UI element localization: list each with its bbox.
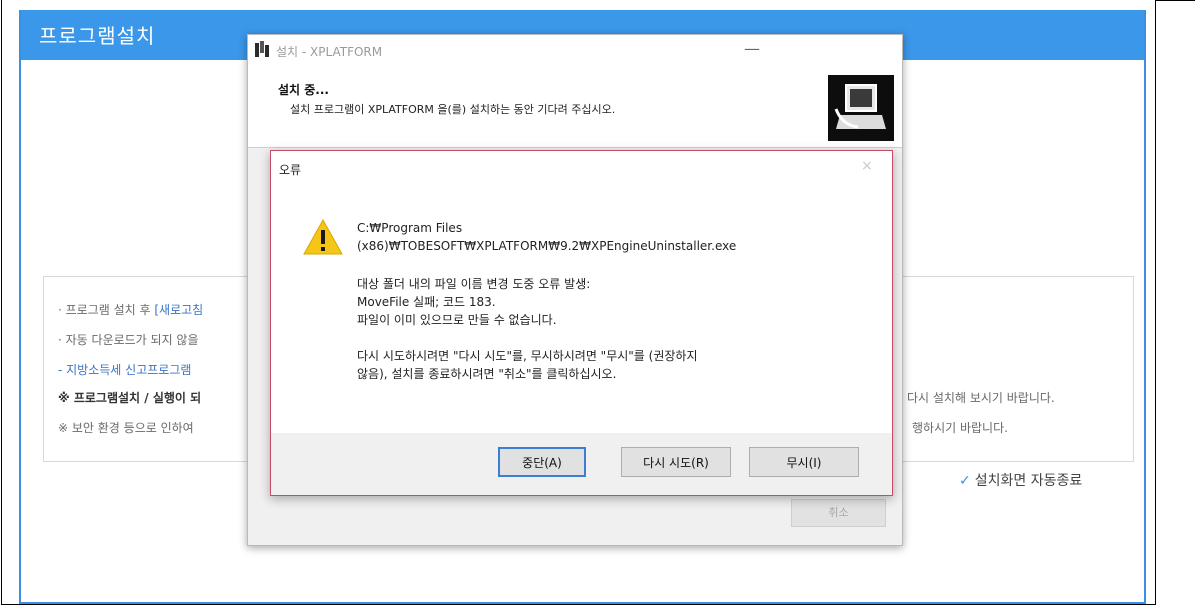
retry-button[interactable]: 다시 시도(R): [621, 447, 731, 477]
setup-cancel-button[interactable]: 취소: [791, 499, 886, 527]
minimize-button[interactable]: —: [744, 39, 760, 58]
error-message-line1: 대상 폴더 내의 파일 이름 변경 도중 오류 발생:: [357, 277, 591, 291]
info-right-reinstall: 다시 설치해 보시기 바랍니다.: [907, 391, 1055, 405]
warning-icon: [303, 219, 343, 255]
error-message-line3: 파일이 이미 있으므로 만들 수 없습니다.: [357, 313, 557, 327]
auto-close-label: 설치화면 자동종료: [974, 473, 1083, 489]
checkmark-icon: ✓: [959, 473, 971, 489]
error-path-line1: C:₩Program Files: [357, 221, 463, 235]
auto-close-checkbox[interactable]: ✓ 설치화면 자동종료: [959, 470, 1082, 490]
refresh-link[interactable]: [새로고침: [154, 303, 203, 317]
error-title: 오류: [279, 163, 302, 177]
info-line-install-warning: ※ 프로그램설치 / 실행이 되: [58, 391, 202, 405]
info-line-text: · 프로그램 설치 후: [58, 303, 155, 317]
error-path-line2: (x86)₩TOBESOFT₩XPLATFORM₩9.2₩XPEngineUni…: [357, 239, 737, 253]
installer-icon: [255, 41, 269, 57]
error-dialog: 오류 × C:₩Program Files (x86)₩TOBESOFT₩XPL…: [270, 150, 893, 496]
setup-heading: 설치 중...: [278, 83, 329, 97]
ignore-button[interactable]: 무시(I): [749, 447, 859, 477]
error-message-line5: 않음), 설치를 종료하시려면 "취소"를 클릭하십시오.: [357, 367, 617, 381]
close-icon[interactable]: ×: [861, 158, 873, 174]
page-title: 프로그램설치: [39, 24, 156, 48]
setup-header: 설치 중... 설치 프로그램이 XPLATFORM 을(를) 설치하는 동안 …: [248, 67, 902, 148]
error-message-line2: MoveFile 실패; 코드 183.: [357, 295, 496, 309]
info-right-proceed: 행하시기 바랍니다.: [912, 421, 1008, 435]
setup-title: 설치 - XPLATFORM: [276, 45, 383, 59]
info-line-auto-download: · 자동 다운로드가 되지 않을: [58, 333, 199, 347]
abort-button[interactable]: 중단(A): [498, 447, 586, 477]
info-line-tax-program[interactable]: - 지방소득세 신고프로그램: [58, 361, 191, 378]
setup-subheading: 설치 프로그램이 XPLATFORM 을(를) 설치하는 동안 기다려 주십시오…: [290, 103, 616, 116]
error-message-line4: 다시 시도하시려면 "다시 시도"를, 무시하시려면 "무시"를 (권장하지: [357, 349, 698, 363]
info-line-refresh: · 프로그램 설치 후 [새로고침: [58, 301, 203, 318]
info-line-security-note: ※ 보안 환경 등으로 인하여: [58, 421, 194, 435]
top-right-border: [1156, 0, 1195, 1]
setup-titlebar: 설치 - XPLATFORM —: [248, 35, 902, 67]
computer-install-icon: [828, 75, 894, 141]
